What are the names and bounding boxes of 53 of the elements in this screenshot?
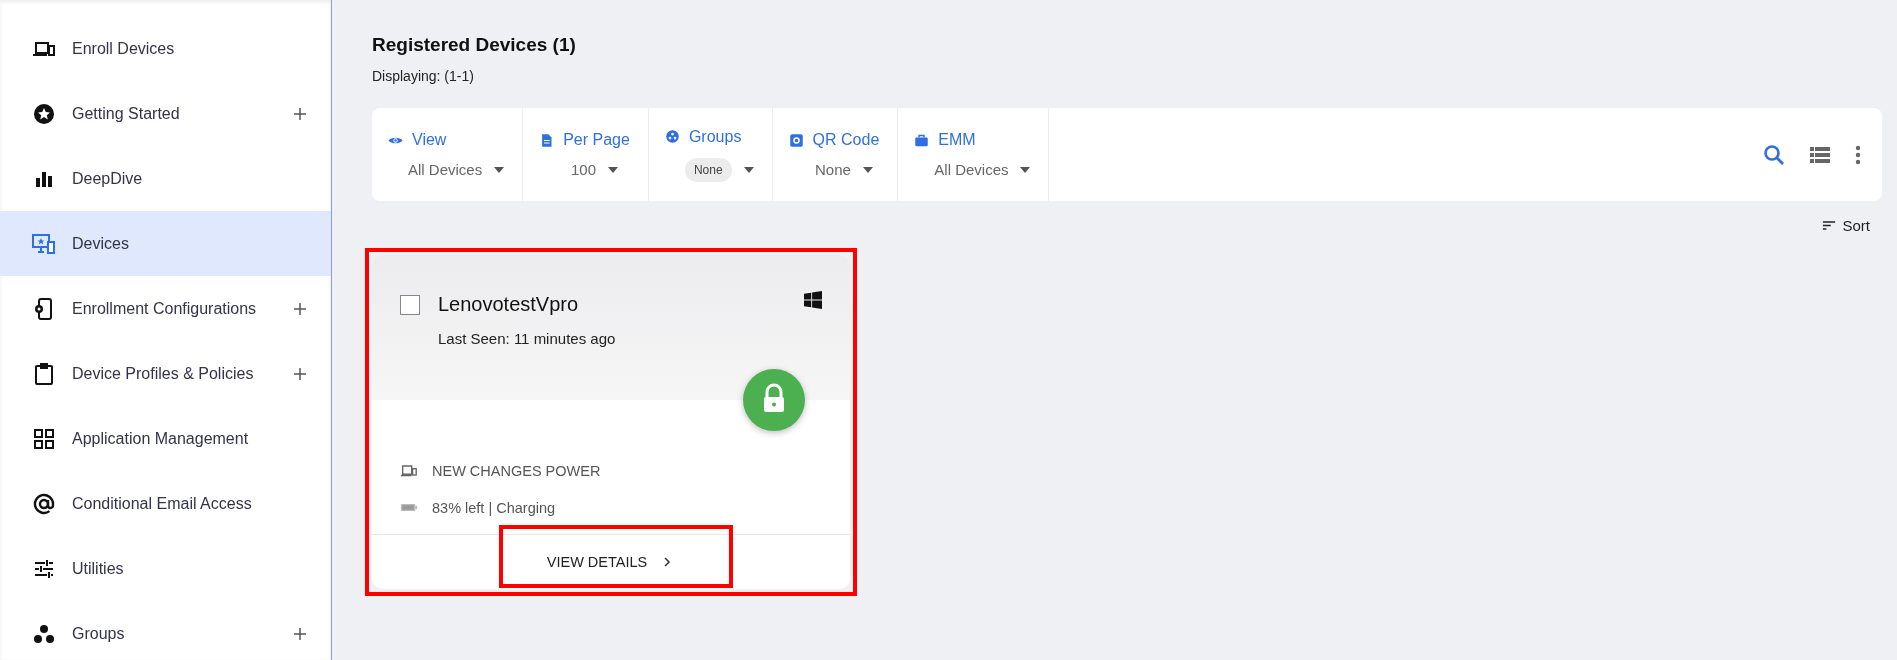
sidebar-item[interactable]: Conditional Email Access xyxy=(0,471,331,536)
filter-label[interactable]: Per Page xyxy=(539,131,630,149)
plus-icon[interactable] xyxy=(293,366,307,381)
view-details-button[interactable]: VIEW DETAILS xyxy=(546,554,672,570)
sort-icon xyxy=(1822,220,1837,231)
sort-button[interactable]: Sort xyxy=(1822,217,1870,234)
grid-icon xyxy=(32,426,56,451)
search-icon[interactable] xyxy=(1762,142,1786,167)
sidebar-item[interactable]: Enroll Devices xyxy=(0,16,331,81)
windows-logo-icon xyxy=(804,291,822,309)
sidebar-item[interactable]: Utilities xyxy=(0,536,331,601)
devices-icon xyxy=(400,464,418,477)
caret-icon xyxy=(1020,166,1031,173)
sidebar-item[interactable]: Device Profiles & Policies xyxy=(0,341,331,406)
last-seen-text: Last Seen: 11 minutes ago xyxy=(438,330,617,347)
filter-label[interactable]: Groups xyxy=(664,127,754,146)
at-sign-icon xyxy=(32,491,56,516)
plus-icon[interactable] xyxy=(293,301,307,316)
filter-dropdown[interactable]: All Devices xyxy=(388,161,505,178)
device-name: LenovotestVpro xyxy=(438,293,580,316)
caret-icon xyxy=(494,166,505,173)
plus-icon[interactable] xyxy=(293,626,307,641)
sidebar-item[interactable]: Getting Started xyxy=(0,81,331,146)
caret-icon xyxy=(743,166,754,173)
battery-icon xyxy=(400,501,418,514)
lock-badge-icon xyxy=(742,368,806,432)
filter-dropdown[interactable]: All Devices xyxy=(914,161,1031,178)
clipboard-icon xyxy=(32,361,56,386)
displaying-count: Displaying: (1-1) xyxy=(372,68,475,84)
plus-icon[interactable] xyxy=(293,106,307,121)
filter-label[interactable]: View xyxy=(388,131,505,149)
caret-icon xyxy=(608,166,619,173)
page-title: Registered Devices (1) xyxy=(372,34,577,56)
filter-label[interactable]: QR Code xyxy=(788,131,880,149)
device-model: NEW CHANGES POWER xyxy=(432,462,601,479)
filter-chip: None xyxy=(684,157,732,182)
sidebar-item[interactable]: Devices xyxy=(0,211,331,276)
caret-icon xyxy=(862,166,873,173)
sidebar-item[interactable]: Groups xyxy=(0,601,331,660)
sidebar-item[interactable]: Enrollment Configurations xyxy=(0,276,331,341)
checkbox[interactable] xyxy=(400,294,420,315)
chevron-right-icon xyxy=(663,556,672,568)
filter-label[interactable]: EMM xyxy=(914,131,1031,149)
filter-dropdown[interactable]: 100 xyxy=(539,161,630,178)
sidebar-item[interactable]: DeepDive xyxy=(0,146,331,211)
document-icon xyxy=(539,132,555,148)
sidebar-item[interactable]: Application Management xyxy=(0,406,331,471)
monitor-star-icon xyxy=(32,231,56,256)
group-circle-icon xyxy=(664,129,680,144)
battery-status: 83% left | Charging xyxy=(432,499,556,516)
briefcase-icon xyxy=(914,132,930,148)
filter-dropdown[interactable]: None xyxy=(788,161,880,178)
filter-dropdown[interactable]: None xyxy=(664,157,754,182)
